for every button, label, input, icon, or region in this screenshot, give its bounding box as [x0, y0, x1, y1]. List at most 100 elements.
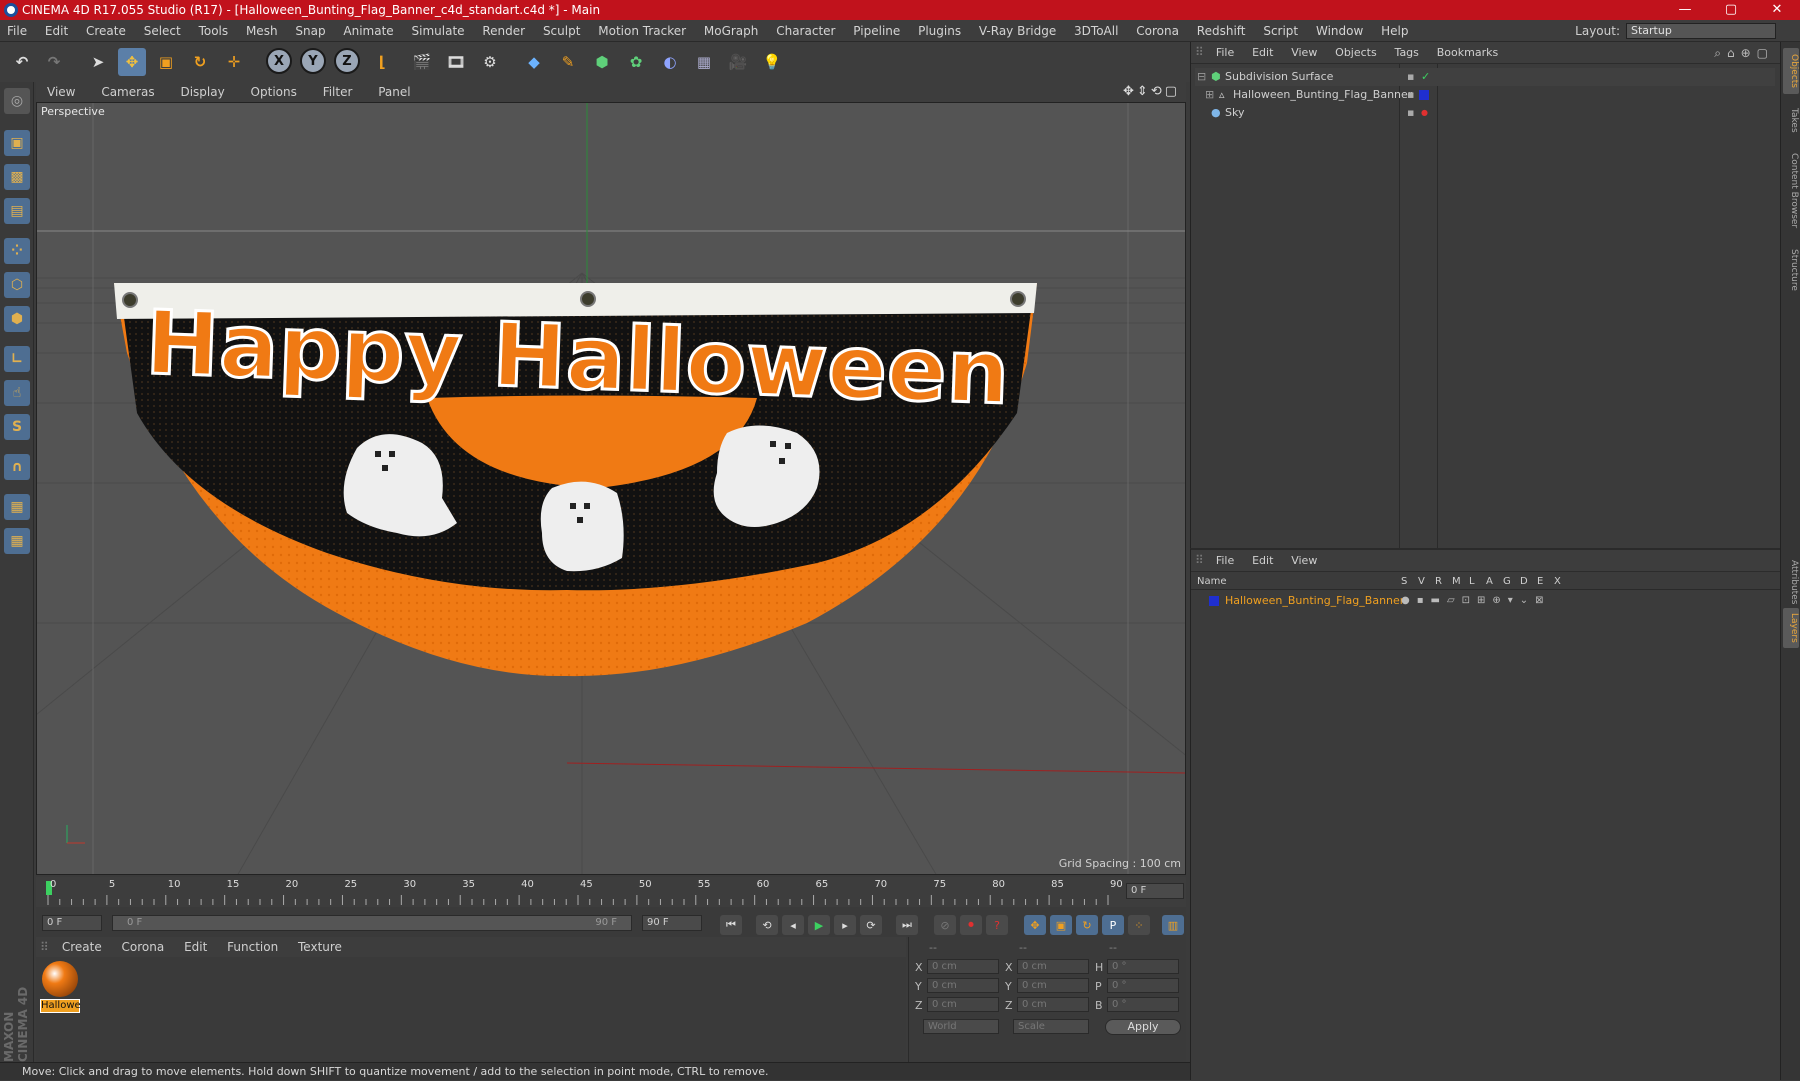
layer-color-swatch[interactable] [1209, 596, 1219, 606]
deformer-icon[interactable]: ◐ [656, 48, 684, 76]
render-picture-viewer-icon[interactable]: 🎞 [442, 48, 470, 76]
minimize-button[interactable]: — [1662, 0, 1708, 20]
size-mode-dropdown[interactable]: Scale [1013, 1019, 1089, 1034]
tab-content-browser[interactable]: Content Browser [1783, 146, 1799, 236]
tweak-mode-icon[interactable]: ☝ [4, 380, 30, 406]
key-pla-icon[interactable]: ⁘ [1128, 915, 1150, 935]
layer-col-render[interactable]: R [1435, 574, 1442, 590]
material-menu-edit[interactable]: Edit [176, 937, 215, 957]
render-dot-icon[interactable]: ● [1421, 104, 1428, 122]
move-tool-icon[interactable]: ✥ [118, 48, 146, 76]
rotate-tool-icon[interactable]: ↻ [186, 48, 214, 76]
menu-3dtoall[interactable]: 3DToAll [1067, 20, 1125, 42]
previous-key-icon[interactable]: ⟲ [756, 915, 778, 935]
z-axis-lock-icon[interactable]: Z [334, 48, 360, 74]
apply-button[interactable]: Apply [1105, 1019, 1181, 1035]
menu-file[interactable]: File [0, 20, 34, 42]
make-editable-icon[interactable]: ◎ [4, 88, 30, 114]
tab-attributes[interactable]: Attributes [1783, 552, 1799, 612]
material-menu-function[interactable]: Function [219, 937, 286, 957]
panel-grip-icon[interactable]: ⠿ [1191, 553, 1205, 567]
panel-grip-icon[interactable]: ⠿ [36, 940, 50, 954]
material-menu-corona[interactable]: Corona [114, 937, 173, 957]
menu-mograph[interactable]: MoGraph [697, 20, 766, 42]
tab-layers[interactable]: Layers [1783, 608, 1799, 648]
size-y-field[interactable]: 0 cm [1017, 978, 1089, 993]
object-menu-bookmarks[interactable]: Bookmarks [1430, 42, 1505, 64]
auto-keying-icon[interactable]: ⏺ [960, 915, 982, 935]
layer-col-generators[interactable]: G [1503, 574, 1511, 590]
visibility-toggle-icon[interactable]: ▪ [1407, 68, 1414, 86]
layer-col-locked[interactable]: L [1469, 574, 1475, 590]
viewport-menu-options[interactable]: Options [240, 82, 308, 102]
x-axis-lock-icon[interactable]: X [266, 48, 292, 74]
y-axis-lock-icon[interactable]: Y [300, 48, 326, 74]
pos-x-field[interactable]: 0 cm [927, 959, 999, 974]
go-to-start-icon[interactable]: ⏮ [720, 915, 742, 935]
camera-icon[interactable]: 🎥 [724, 48, 752, 76]
object-menu-edit[interactable]: Edit [1245, 42, 1280, 64]
menu-corona[interactable]: Corona [1129, 20, 1186, 42]
pos-z-field[interactable]: 0 cm [927, 997, 999, 1012]
menu-snap[interactable]: Snap [288, 20, 332, 42]
menu-character[interactable]: Character [769, 20, 842, 42]
layer-col-xref[interactable]: X [1554, 574, 1561, 590]
layer-menu-edit[interactable]: Edit [1245, 550, 1280, 572]
keyframe-selection-icon[interactable]: ? [986, 915, 1008, 935]
perspective-viewport[interactable]: Happy Halloween Perspective Grid Spacing… [36, 102, 1186, 875]
menu-motion-tracker[interactable]: Motion Tracker [591, 20, 693, 42]
viewport-menu-cameras[interactable]: Cameras [90, 82, 165, 102]
rot-h-field[interactable]: 0 ° [1107, 959, 1179, 974]
menu-window[interactable]: Window [1309, 20, 1370, 42]
layer-menu-view[interactable]: View [1284, 550, 1324, 572]
object-row-banner[interactable]: ⊞ ▵ Halloween_Bunting_Flag_Banner ▪ [1195, 86, 1775, 104]
undo-icon[interactable]: ↶ [8, 48, 36, 76]
expand-toggle-icon[interactable]: ⊞ [1205, 86, 1214, 104]
visibility-toggle-icon[interactable]: ▪ [1407, 104, 1414, 122]
timeline-window-icon[interactable]: ▥ [1162, 915, 1184, 935]
key-parameter-icon[interactable]: P [1102, 915, 1124, 935]
layer-col-view[interactable]: V [1418, 574, 1425, 590]
menu-sculpt[interactable]: Sculpt [536, 20, 587, 42]
object-menu-file[interactable]: File [1209, 42, 1241, 64]
maximize-button[interactable]: ▢ [1708, 0, 1754, 20]
object-manager-search-icons[interactable]: ⌕⌂⊕▢ [1714, 42, 1774, 64]
cube-primitive-icon[interactable]: ◆ [520, 48, 548, 76]
subdivision-generator-icon[interactable]: ⬢ [588, 48, 616, 76]
menu-redshift[interactable]: Redshift [1190, 20, 1253, 42]
go-to-end-icon[interactable]: ⏭ [896, 915, 918, 935]
next-key-icon[interactable]: ⟳ [860, 915, 882, 935]
timeline-ruler[interactable]: 0 5 10 15 20 25 30 35 40 45 50 55 60 65 70 75 80 85 90 0 F [36, 877, 1186, 907]
viewport-menu-panel[interactable]: Panel [367, 82, 421, 102]
axis-mode-icon[interactable]: ∟ [4, 346, 30, 372]
layer-col-expressions[interactable]: E [1537, 574, 1543, 590]
current-frame-field[interactable]: 0 F [1126, 883, 1184, 899]
coordinate-system-icon[interactable]: ⌊ [368, 48, 396, 76]
viewport-menu-view[interactable]: View [36, 82, 86, 102]
enabled-check-icon[interactable]: ✓ [1421, 68, 1430, 86]
previous-frame-icon[interactable]: ◂ [782, 915, 804, 935]
menu-help[interactable]: Help [1374, 20, 1415, 42]
workplane-mode-icon[interactable]: ▤ [4, 198, 30, 224]
menu-plugins[interactable]: Plugins [911, 20, 968, 42]
visibility-toggle-icon[interactable]: ▪ [1407, 86, 1414, 104]
material-menu-texture[interactable]: Texture [290, 937, 350, 957]
object-row-subdivision-surface[interactable]: ⊟ ⬢ Subdivision Surface ▪ ✓ [1195, 68, 1775, 86]
menu-select[interactable]: Select [137, 20, 188, 42]
panel-grip-icon[interactable]: ⠿ [1191, 45, 1205, 59]
key-rotation-icon[interactable]: ↻ [1076, 915, 1098, 935]
render-view-icon[interactable]: 🎬 [408, 48, 436, 76]
select-cursor-icon[interactable]: ➤ [84, 48, 112, 76]
next-frame-icon[interactable]: ▸ [834, 915, 856, 935]
layer-col-solo[interactable]: S [1401, 574, 1407, 590]
texture-mode-icon[interactable]: ▩ [4, 164, 30, 190]
viewport-navigation-icons[interactable]: ✥⇕⟲▢ [1123, 82, 1180, 102]
pos-y-field[interactable]: 0 cm [927, 978, 999, 993]
solo-mode-icon[interactable]: S [4, 414, 30, 440]
end-frame-field[interactable]: 90 F [642, 915, 702, 931]
menu-simulate[interactable]: Simulate [405, 20, 472, 42]
menu-tools[interactable]: Tools [192, 20, 236, 42]
layer-flag-icons[interactable]: ●▪▬▱⊡⊞⊕▾⌄⊠ [1401, 592, 1551, 610]
live-select-icon[interactable]: ✛ [220, 48, 248, 76]
scale-tool-icon[interactable]: ▣ [152, 48, 180, 76]
